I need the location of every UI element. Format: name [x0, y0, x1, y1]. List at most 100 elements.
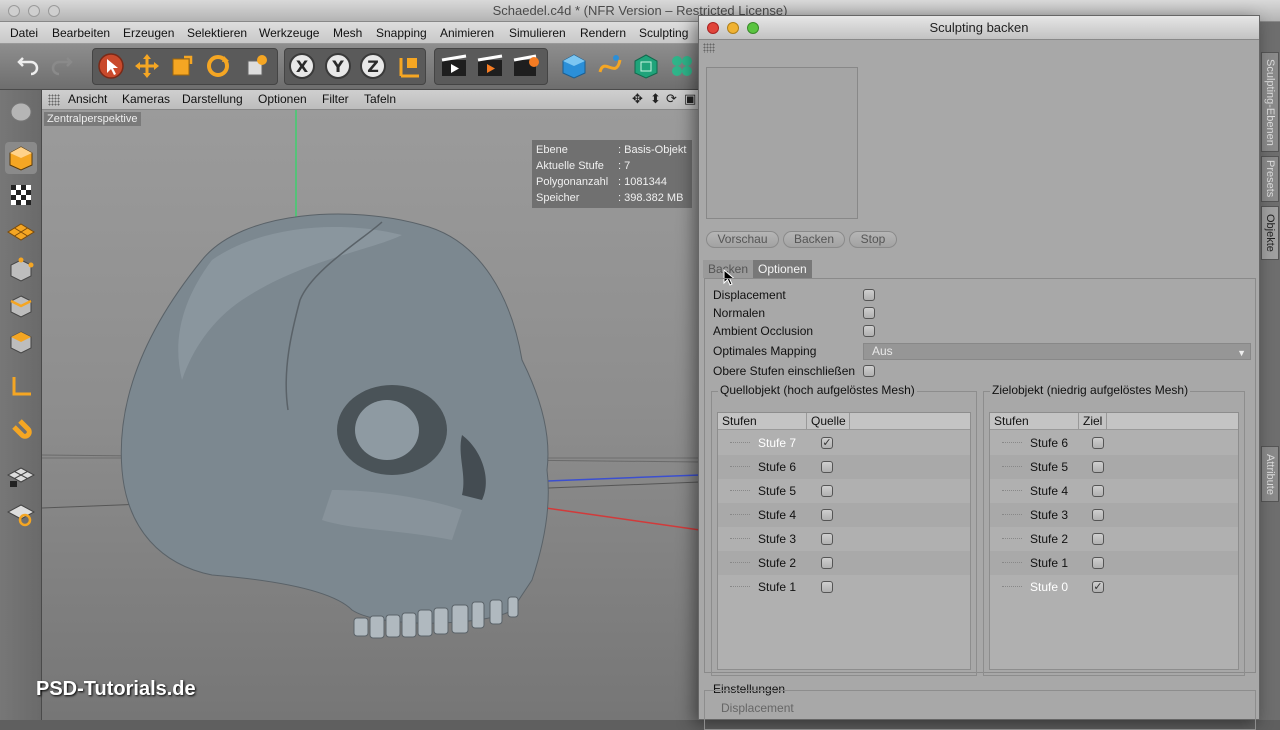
source-row[interactable]: Stufe 1 [718, 575, 970, 599]
displacement-checkbox[interactable] [863, 289, 875, 301]
vp-menu-kameras[interactable]: Kameras [122, 92, 170, 106]
workplane-icon[interactable] [5, 216, 37, 248]
source-row[interactable]: Stufe 7 ✓ [718, 431, 970, 455]
render-picture-icon[interactable] [474, 50, 506, 82]
tab-sculpting-ebenen[interactable]: Sculpting-Ebenen [1261, 52, 1279, 152]
menu-bearbeiten[interactable]: Bearbeiten [52, 26, 110, 40]
menu-sculpting[interactable]: Sculpting [639, 26, 688, 40]
tab-attribute[interactable]: Attribute [1261, 446, 1279, 502]
cube-icon[interactable] [558, 50, 590, 82]
menu-selektieren[interactable]: Selektieren [187, 26, 247, 40]
menu-erzeugen[interactable]: Erzeugen [123, 26, 174, 40]
menu-werkzeuge[interactable]: Werkzeuge [259, 26, 319, 40]
dialog-titlebar[interactable]: Sculpting backen [699, 16, 1259, 40]
col-quelle[interactable]: Quelle [811, 414, 846, 428]
bake-button[interactable]: Backen [783, 231, 845, 248]
target-checkbox[interactable] [1092, 509, 1104, 521]
x-axis-icon[interactable]: X [286, 50, 318, 82]
target-checkbox[interactable] [1092, 437, 1104, 449]
tab-objekte[interactable]: Objekte [1261, 206, 1279, 260]
tab-optionen[interactable]: Optionen [753, 260, 812, 278]
pan-icon[interactable]: ✥ [632, 91, 643, 107]
axis-mode-icon[interactable] [5, 370, 37, 402]
render-view-icon[interactable] [438, 50, 470, 82]
camera-label[interactable]: Zentralperspektive [44, 112, 141, 126]
mapping-select[interactable]: Aus ▼ [863, 343, 1251, 360]
undo-icon[interactable] [12, 50, 44, 82]
z-axis-icon[interactable]: Z [357, 50, 389, 82]
vp-menu-darstellung[interactable]: Darstellung [182, 92, 243, 106]
col-stufen[interactable]: Stufen [994, 414, 1029, 428]
polygons-mode-icon[interactable] [5, 326, 37, 358]
source-row[interactable]: Stufe 4 [718, 503, 970, 527]
model-mode-icon[interactable] [5, 142, 37, 174]
target-row[interactable]: Stufe 4 [990, 479, 1238, 503]
rotate-icon[interactable] [202, 50, 234, 82]
dolly-icon[interactable]: ⬍ [650, 91, 661, 107]
select-icon[interactable] [95, 50, 127, 82]
skull-model[interactable] [120, 213, 549, 639]
menu-rendern[interactable]: Rendern [580, 26, 626, 40]
menu-animieren[interactable]: Animieren [440, 26, 494, 40]
edges-mode-icon[interactable] [5, 290, 37, 322]
upper-levels-checkbox[interactable] [863, 365, 875, 377]
target-row[interactable]: Stufe 1 [990, 551, 1238, 575]
col-stufen[interactable]: Stufen [722, 414, 757, 428]
scale-icon[interactable] [166, 50, 198, 82]
svg-text:X: X [296, 57, 309, 76]
redo-icon[interactable] [46, 50, 78, 82]
menu-mesh[interactable]: Mesh [333, 26, 362, 40]
spline-pen-icon[interactable] [594, 50, 626, 82]
target-checkbox[interactable]: ✓ [1092, 581, 1104, 593]
menu-simulieren[interactable]: Simulieren [509, 26, 566, 40]
y-axis-icon[interactable]: Y [322, 50, 354, 82]
target-checkbox[interactable] [1092, 533, 1104, 545]
snap-magnet-icon[interactable] [5, 416, 37, 448]
menu-snapping[interactable]: Snapping [376, 26, 427, 40]
target-checkbox[interactable] [1092, 557, 1104, 569]
workplane-lock-icon[interactable] [5, 460, 37, 492]
vp-menu-tafeln[interactable]: Tafeln [364, 92, 396, 106]
menu-datei[interactable]: Datei [10, 26, 38, 40]
maximize-view-icon[interactable]: ▣ [684, 91, 696, 107]
vp-menu-optionen[interactable]: Optionen [258, 92, 307, 106]
source-checkbox[interactable] [821, 557, 833, 569]
source-checkbox[interactable] [821, 461, 833, 473]
coordinate-system-icon[interactable] [393, 50, 425, 82]
vp-menu-ansicht[interactable]: Ansicht [68, 92, 107, 106]
source-row[interactable]: Stufe 3 [718, 527, 970, 551]
source-checkbox[interactable]: ✓ [821, 437, 833, 449]
normals-checkbox[interactable] [863, 307, 875, 319]
source-row[interactable]: Stufe 2 [718, 551, 970, 575]
target-row[interactable]: Stufe 6 [990, 431, 1238, 455]
3d-viewport[interactable]: Zentralperspektive Ebene: Basis-Objekt A… [42, 110, 700, 720]
planar-workplane-icon[interactable] [5, 498, 37, 530]
recent-tool-icon[interactable] [240, 50, 272, 82]
texture-mode-icon[interactable] [5, 179, 37, 211]
target-row[interactable]: Stufe 0 ✓ [990, 575, 1238, 599]
source-checkbox[interactable] [821, 581, 833, 593]
source-checkbox[interactable] [821, 533, 833, 545]
target-checkbox[interactable] [1092, 461, 1104, 473]
vp-menu-filter[interactable]: Filter [322, 92, 349, 106]
points-mode-icon[interactable] [5, 254, 37, 286]
ao-checkbox[interactable] [863, 325, 875, 337]
array-icon[interactable] [666, 50, 698, 82]
sculpt-object-icon[interactable] [5, 96, 37, 128]
source-checkbox[interactable] [821, 509, 833, 521]
source-row[interactable]: Stufe 5 [718, 479, 970, 503]
orbit-icon[interactable]: ⟳ [666, 91, 677, 107]
source-row[interactable]: Stufe 6 [718, 455, 970, 479]
col-ziel[interactable]: Ziel [1083, 414, 1102, 428]
subdivision-icon[interactable] [630, 50, 662, 82]
target-row[interactable]: Stufe 2 [990, 527, 1238, 551]
target-checkbox[interactable] [1092, 485, 1104, 497]
tab-presets[interactable]: Presets [1261, 156, 1279, 202]
render-settings-icon[interactable] [510, 50, 542, 82]
target-row[interactable]: Stufe 3 [990, 503, 1238, 527]
source-checkbox[interactable] [821, 485, 833, 497]
preview-button[interactable]: Vorschau [706, 231, 779, 248]
stop-button[interactable]: Stop [849, 231, 897, 248]
move-icon[interactable] [131, 50, 163, 82]
target-row[interactable]: Stufe 5 [990, 455, 1238, 479]
